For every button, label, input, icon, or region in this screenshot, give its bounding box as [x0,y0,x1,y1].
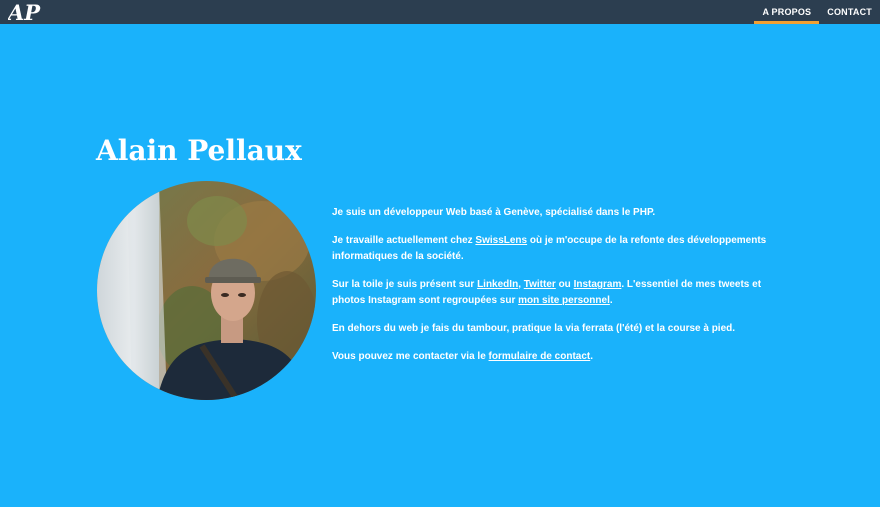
logo[interactable]: AP [8,1,44,23]
linkedin-link[interactable]: LinkedIn [477,279,518,290]
personal-site-link[interactable]: mon site personnel [518,295,610,306]
instagram-link[interactable]: Instagram [574,279,622,290]
swisslens-link[interactable]: SwissLens [475,235,527,246]
bio-paragraph-social: Sur la toile je suis présent sur LinkedI… [332,277,782,309]
text: Vous pouvez me contacter via le [332,351,489,362]
nav-item-contact[interactable]: CONTACT [819,0,880,24]
main-nav: A PROPOS CONTACT [754,0,880,24]
bio-text: Je suis un développeur Web basé à Genève… [332,205,782,377]
bio-paragraph-hobbies: En dehors du web je fais du tambour, pra… [332,323,736,334]
text: Je travaille actuellement chez [332,235,476,246]
text: . [590,351,594,362]
bio-paragraph-contact: Vous pouvez me contacter via le formulai… [332,349,782,365]
contact-form-link[interactable]: formulaire de contact [489,351,591,362]
page-title: Alain Pellaux [96,134,302,167]
bio-paragraph-work: Je travaille actuellement chez SwissLens… [332,233,782,265]
profile-photo [97,181,316,400]
nav-item-a-propos[interactable]: A PROPOS [754,0,820,24]
top-navigation-bar: AP A PROPOS CONTACT [0,0,880,24]
text: Sur la toile je suis présent sur [332,279,478,290]
logo-text: AP [8,1,41,23]
text: . [609,295,613,306]
text: ou [555,279,574,290]
twitter-link[interactable]: Twitter [524,279,556,290]
bio-paragraph-intro: Je suis un développeur Web basé à Genève… [332,207,656,218]
